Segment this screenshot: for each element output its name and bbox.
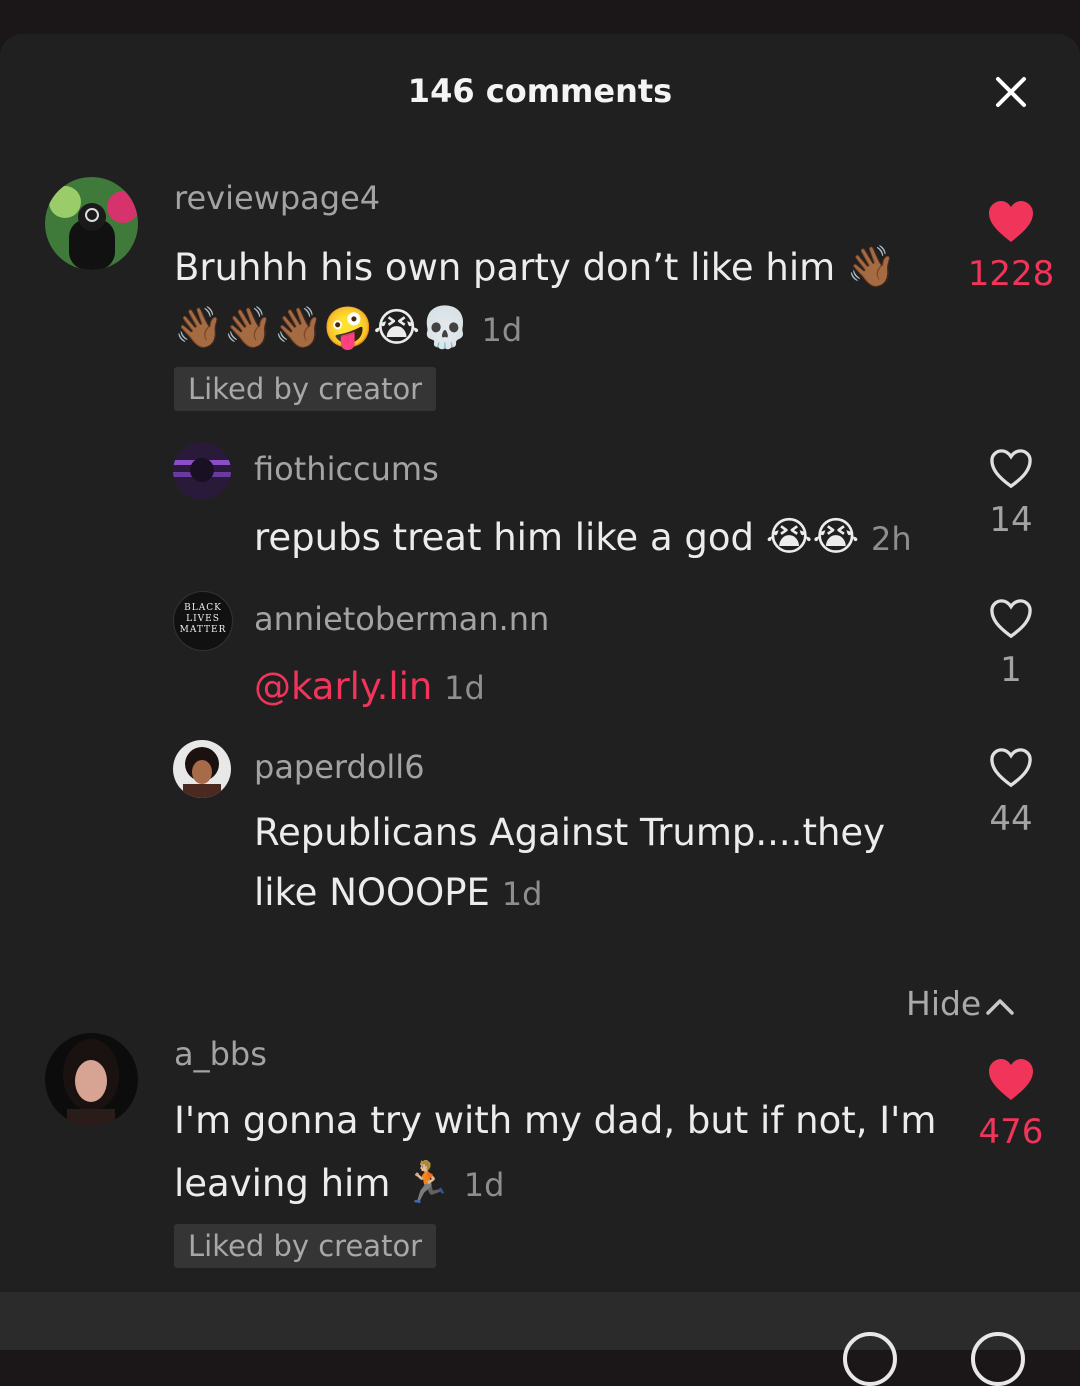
comment-body: leaving him	[174, 1162, 391, 1205]
close-button[interactable]	[990, 71, 1032, 113]
comment-emoji-line: 👋🏾👋🏾👋🏾🤪😭💀 1d	[174, 299, 522, 359]
heart-filled-icon	[989, 1059, 1033, 1100]
comment-timestamp: 1d	[481, 311, 523, 349]
reply-timestamp: 1d	[501, 875, 543, 913]
emoji-button[interactable]	[971, 1332, 1025, 1386]
crying-face-emoji: 😭😭	[765, 514, 860, 560]
reply-username[interactable]: fiothiccums	[254, 450, 439, 488]
reply-text-continued: like NOOOPE 1d	[254, 864, 542, 923]
avatar[interactable]	[173, 740, 231, 798]
avatar[interactable]: BLACK LIVES MATTER	[173, 591, 233, 651]
reply-text: Republicans Against Trump....they	[254, 804, 885, 862]
comment-text: I'm gonna try with my dad, but if not, I…	[174, 1092, 936, 1150]
heart-filled-icon	[989, 201, 1033, 242]
avatar-text: BLACK LIVES MATTER	[179, 603, 227, 635]
comment-text: Bruhhh his own party don’t like him 👋🏾	[174, 238, 897, 297]
comment-body: Bruhhh his own party don’t like him	[174, 246, 836, 289]
heart-outline-icon	[990, 599, 1032, 639]
like-button[interactable]: 1	[961, 598, 1061, 690]
like-button[interactable]: 14	[961, 448, 1061, 540]
reply-text: repubs treat him like a god 😭😭 2h	[254, 508, 912, 568]
comments-sheet: 146 comments reviewpage4 Bruhhh his own …	[0, 34, 1080, 1350]
comment-text-continued: leaving him 🏃🏼 1d	[174, 1154, 504, 1214]
reply-body: Republicans Against Trump....they	[254, 811, 886, 854]
like-count: 14	[989, 500, 1033, 540]
reply-text: @karly.lin 1d	[254, 658, 485, 717]
close-icon	[996, 77, 1026, 107]
liked-by-creator-badge: Liked by creator	[174, 367, 437, 411]
reply-username[interactable]: annietoberman.nn	[254, 600, 549, 638]
hide-replies-button[interactable]: Hide	[906, 984, 1015, 1023]
like-button[interactable]: 1228	[961, 200, 1061, 294]
reply-body: repubs treat him like a god	[254, 516, 755, 559]
heart-outline-icon	[990, 449, 1032, 489]
running-person-emoji: 🏃🏼	[402, 1160, 452, 1206]
comment-timestamp: 1d	[463, 1166, 505, 1204]
comments-count-title: 146 comments	[407, 72, 673, 110]
like-count: 1	[1000, 650, 1022, 690]
avatar[interactable]	[45, 1033, 138, 1126]
like-count: 44	[989, 799, 1033, 839]
add-comment-bar[interactable]	[0, 1292, 1080, 1386]
chevron-up-icon	[986, 998, 1014, 1015]
waving-hand-emoji: 👋🏾	[846, 244, 897, 290]
like-button[interactable]: 44	[961, 747, 1061, 839]
user-mention-link[interactable]: @karly.lin	[254, 665, 432, 708]
emoji-sequence: 👋🏾👋🏾👋🏾🤪😭💀	[174, 305, 470, 351]
reply-timestamp: 2h	[871, 520, 912, 558]
reply-body: like NOOOPE	[254, 871, 490, 914]
reply-username[interactable]: paperdoll6	[254, 748, 425, 786]
avatar[interactable]	[45, 177, 138, 270]
liked-by-creator-badge: Liked by creator	[174, 1224, 437, 1268]
like-count: 1228	[967, 254, 1055, 294]
comment-username[interactable]: a_bbs	[174, 1035, 267, 1073]
heart-outline-icon	[990, 748, 1032, 788]
comment-username[interactable]: reviewpage4	[174, 179, 380, 217]
reply-timestamp: 1d	[444, 669, 485, 707]
mention-button[interactable]	[843, 1332, 897, 1386]
like-button[interactable]: 476	[961, 1058, 1061, 1152]
comment-body: I'm gonna try with my dad, but if not, I…	[174, 1099, 937, 1142]
avatar[interactable]	[173, 442, 231, 500]
hide-label: Hide	[906, 984, 982, 1023]
like-count: 476	[978, 1112, 1044, 1152]
